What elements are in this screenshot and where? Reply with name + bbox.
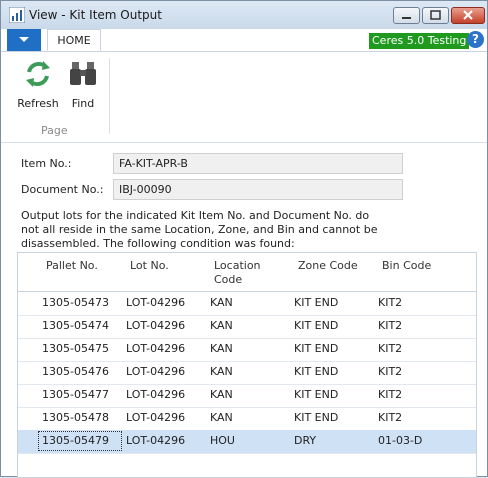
- cell-zone-code: KIT END: [294, 319, 339, 332]
- table-row[interactable]: 1305-05479 LOT-04296 HOU DRY 01-03-D: [18, 430, 476, 454]
- cell-location-code: KAN: [210, 296, 233, 309]
- cell-pallet-no: 1305-05477: [42, 388, 109, 401]
- item-no-label: Item No.:: [21, 157, 72, 170]
- cell-zone-code: KIT END: [294, 296, 339, 309]
- table-row[interactable]: 1305-05476 LOT-04296 KAN KIT END KIT2: [18, 361, 476, 385]
- refresh-button[interactable]: Refresh: [15, 58, 61, 110]
- help-icon[interactable]: ?: [467, 31, 484, 48]
- column-header-pallet-no[interactable]: Pallet No.: [46, 259, 98, 273]
- cell-pallet-no: 1305-05473: [42, 296, 109, 309]
- item-no-field[interactable]: FA-KIT-APR-B: [113, 153, 403, 174]
- cell-bin-code: KIT2: [378, 411, 403, 424]
- output-lots-table: Pallet No. Lot No. Location Code Zone Co…: [17, 252, 477, 478]
- cell-pallet-no: 1305-05475: [42, 342, 109, 355]
- minimize-button[interactable]: [393, 7, 420, 24]
- cell-bin-code: KIT2: [378, 388, 403, 401]
- maximize-icon: [430, 10, 441, 20]
- table-header: Pallet No. Lot No. Location Code Zone Co…: [18, 253, 476, 292]
- column-header-location-code[interactable]: Location Code: [214, 259, 261, 287]
- message-line: Output lots for the indicated Kit Item N…: [21, 209, 370, 222]
- cell-lot-no: LOT-04296: [126, 365, 186, 378]
- cell-zone-code: DRY: [294, 434, 317, 447]
- cell-bin-code: KIT2: [378, 296, 403, 309]
- ribbon-group-divider: [109, 58, 110, 134]
- table-row[interactable]: 1305-05475 LOT-04296 KAN KIT END KIT2: [18, 338, 476, 362]
- cell-lot-no: LOT-04296: [126, 388, 186, 401]
- cell-location-code: HOU: [210, 434, 235, 447]
- cell-bin-code: KIT2: [378, 319, 403, 332]
- refresh-label: Refresh: [17, 97, 59, 110]
- content-area: Item No.: FA-KIT-APR-B Document No.: IBJ…: [1, 143, 487, 478]
- find-button[interactable]: Find: [65, 58, 101, 110]
- cell-pallet-no: 1305-05476: [42, 365, 109, 378]
- ribbon-tab-bar: HOME Ceres 5.0 Testing ?: [1, 29, 487, 52]
- document-no-label: Document No.:: [21, 183, 104, 196]
- cell-location-code: KAN: [210, 319, 233, 332]
- maximize-button[interactable]: [422, 7, 449, 24]
- binoculars-icon: [70, 62, 96, 85]
- application-menu-button[interactable]: [7, 29, 41, 51]
- column-header-bin-code[interactable]: Bin Code: [382, 259, 431, 273]
- cell-lot-no: LOT-04296: [126, 296, 186, 309]
- cell-lot-no: LOT-04296: [126, 434, 186, 447]
- table-row[interactable]: 1305-05478 LOT-04296 KAN KIT END KIT2: [18, 407, 476, 431]
- document-no-field[interactable]: IBJ-00090: [113, 179, 403, 200]
- cell-lot-no: LOT-04296: [126, 319, 186, 332]
- cell-location-code: KAN: [210, 365, 233, 378]
- column-header-lot-no[interactable]: Lot No.: [130, 259, 169, 273]
- cell-pallet-no: 1305-05474: [42, 319, 109, 332]
- cell-lot-no: LOT-04296: [126, 342, 186, 355]
- cell-bin-code: KIT2: [378, 365, 403, 378]
- cell-zone-code: KIT END: [294, 388, 339, 401]
- close-button[interactable]: [451, 7, 485, 24]
- refresh-icon: [26, 61, 50, 87]
- minimize-icon: [402, 17, 411, 19]
- table-row[interactable]: 1305-05477 LOT-04296 KAN KIT END KIT2: [18, 384, 476, 408]
- condition-message: Output lots for the indicated Kit Item N…: [21, 209, 381, 251]
- close-icon: [463, 10, 473, 20]
- cell-pallet-no: 1305-05479: [42, 434, 109, 447]
- cell-location-code: KAN: [210, 411, 233, 424]
- find-label: Find: [71, 97, 95, 110]
- cell-zone-code: KIT END: [294, 411, 339, 424]
- cell-bin-code: KIT2: [378, 342, 403, 355]
- cell-lot-no: LOT-04296: [126, 411, 186, 424]
- cell-location-code: KAN: [210, 342, 233, 355]
- column-header-line: Code: [214, 273, 243, 286]
- kit-item-output-window: View - Kit Item Output HOME Ceres 5.0 Te…: [0, 0, 488, 478]
- column-header-line: Location: [214, 259, 261, 272]
- cell-location-code: KAN: [210, 388, 233, 401]
- cell-zone-code: KIT END: [294, 342, 339, 355]
- table-row[interactable]: 1305-05474 LOT-04296 KAN KIT END KIT2: [18, 315, 476, 339]
- message-line: disassembled. The following condition wa…: [21, 237, 295, 250]
- cell-bin-code: 01-03-D: [378, 434, 423, 447]
- dropdown-arrow-icon: [19, 37, 29, 42]
- tab-home[interactable]: HOME: [47, 29, 101, 51]
- column-header-zone-code[interactable]: Zone Code: [298, 259, 358, 273]
- window-title: View - Kit Item Output: [29, 8, 162, 22]
- cell-pallet-no: 1305-05478: [42, 411, 109, 424]
- cell-zone-code: KIT END: [294, 365, 339, 378]
- app-icon: [9, 7, 25, 23]
- table-row[interactable]: 1305-05473 LOT-04296 KAN KIT END KIT2: [18, 292, 476, 316]
- ribbon: Refresh Find Page: [1, 52, 487, 143]
- company-badge: Ceres 5.0 Testing: [369, 33, 470, 49]
- message-line: not all reside in the same Location, Zon…: [21, 223, 378, 236]
- title-bar: View - Kit Item Output: [1, 1, 487, 29]
- ribbon-group-label: Page: [41, 124, 68, 137]
